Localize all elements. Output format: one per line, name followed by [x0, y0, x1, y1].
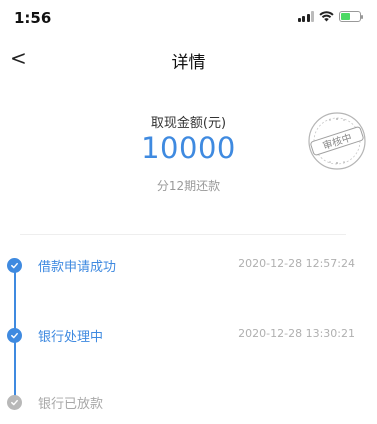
step-time: 2020-12-28 13:30:21: [238, 327, 355, 340]
timeline-step: 借款申请成功 2020-12-28 12:57:24: [0, 255, 377, 275]
page-title: 详情: [171, 53, 206, 73]
status-bar: 1:56: [0, 0, 377, 34]
timeline-step: 银行处理中 2020-12-28 13:30:21: [0, 325, 377, 345]
divider: [20, 234, 346, 235]
step-time: 2020-12-28 12:57:24: [238, 257, 355, 270]
battery-icon: [339, 11, 363, 22]
installments-text: 分12期还款: [156, 179, 221, 193]
check-icon: [7, 395, 22, 410]
signal-icon: [297, 11, 314, 22]
check-icon: [7, 258, 22, 273]
step-label: 银行处理中: [38, 330, 104, 345]
review-stamp: 审核中: [308, 112, 366, 170]
wifi-icon: [319, 11, 334, 22]
timeline-step: 银行已放款: [0, 392, 377, 412]
check-icon: [7, 328, 22, 343]
nav-bar: < 详情: [0, 40, 377, 76]
step-label: 借款申请成功: [38, 260, 117, 275]
status-time: 1:56: [14, 9, 52, 27]
status-icons: [297, 11, 363, 22]
step-label: 银行已放款: [38, 397, 104, 412]
